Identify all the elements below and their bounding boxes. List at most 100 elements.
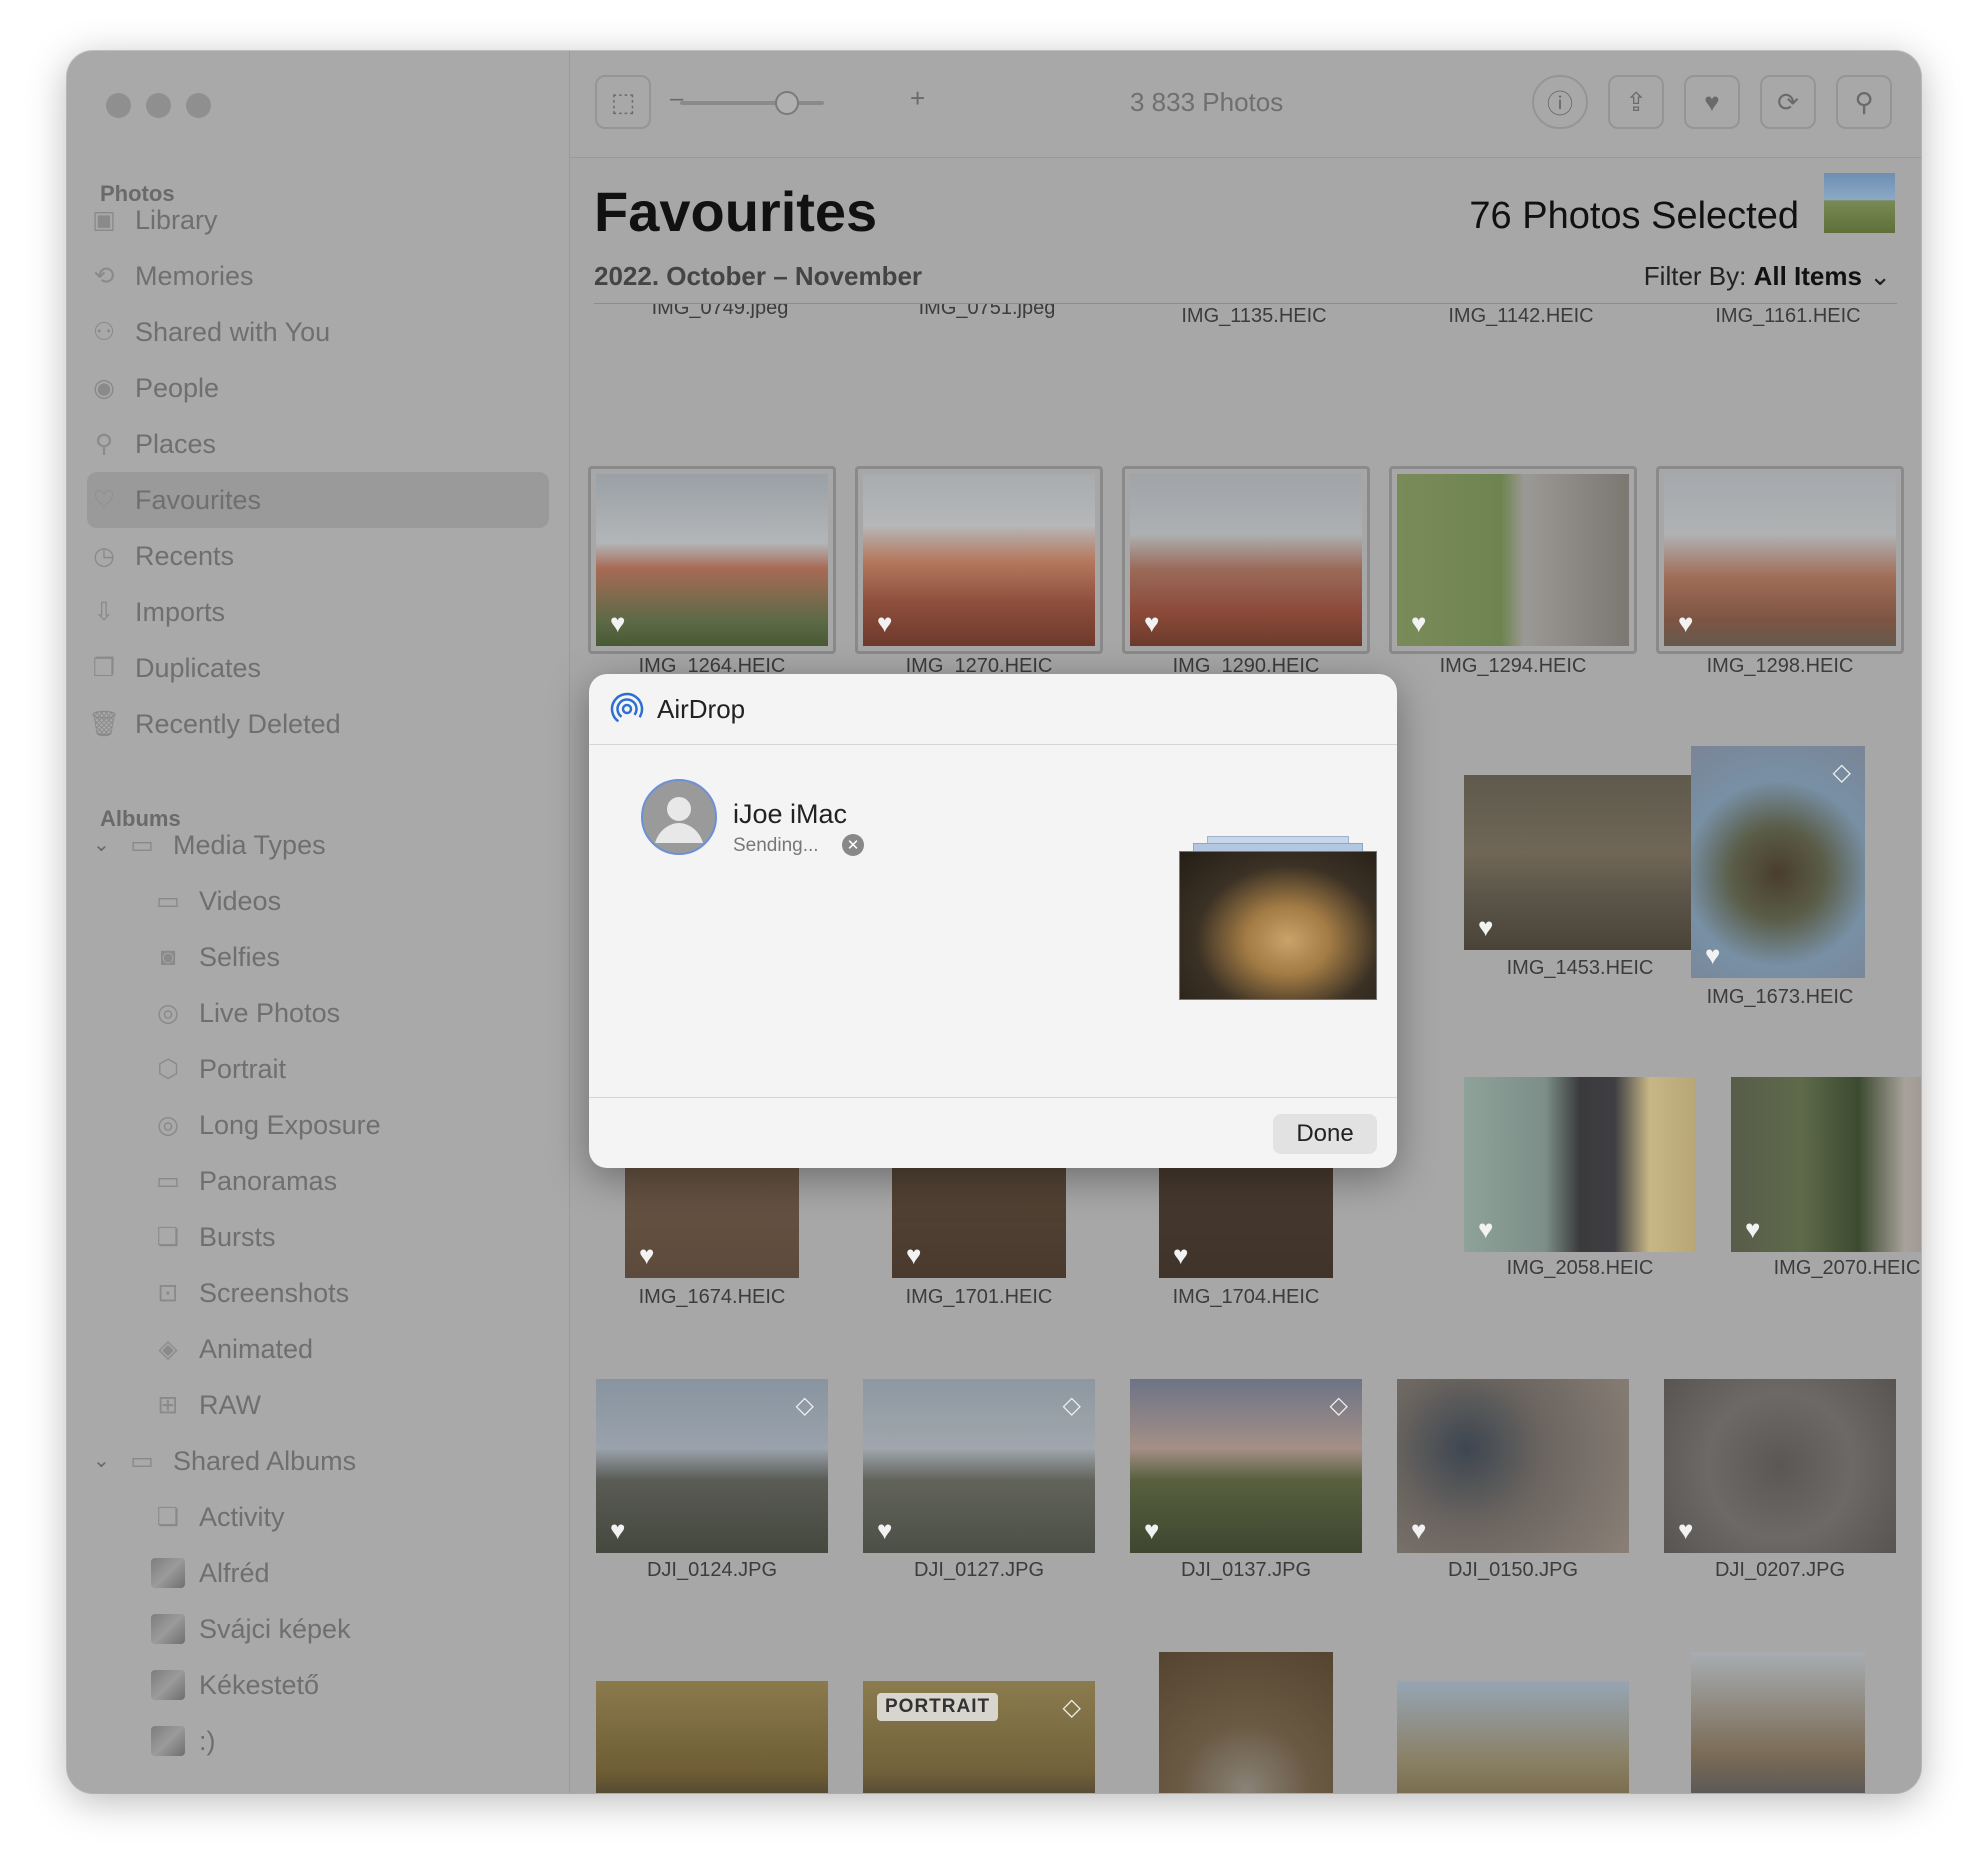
photo-label: IMG_2058.HEIC bbox=[1506, 1257, 1654, 1279]
heart-icon[interactable]: ♥ bbox=[1411, 610, 1426, 636]
sidebar-item-long-exposure[interactable]: ◎ Long Exposure bbox=[87, 1097, 549, 1153]
tag-icon[interactable]: ◇ bbox=[1063, 1693, 1081, 1722]
tag-icon[interactable]: ◇ bbox=[1063, 1391, 1081, 1420]
photo-count: 3 833 Photos bbox=[1130, 87, 1284, 117]
photo-tile[interactable]: ◇ ♥ bbox=[1130, 1379, 1362, 1553]
zoom-in-button[interactable]: + bbox=[910, 83, 925, 114]
heart-icon[interactable]: ♥ bbox=[877, 1517, 892, 1543]
sidebar-item-media-types[interactable]: ⌄ ▭ Media Types bbox=[87, 817, 549, 873]
cancel-send-button[interactable]: ✕ bbox=[842, 834, 864, 856]
zoom-button[interactable] bbox=[186, 93, 211, 118]
heart-icon[interactable]: ♥ bbox=[1144, 610, 1159, 636]
photo-tile[interactable]: ♥ bbox=[588, 466, 836, 654]
sidebar-item-shared-with-you[interactable]: ⚇ Shared with You bbox=[87, 304, 549, 360]
chevron-down-icon: ⌄ bbox=[1869, 261, 1891, 291]
photo-tile[interactable]: ♥ bbox=[1464, 775, 1696, 950]
sidebar-item-videos[interactable]: ▭ Videos bbox=[87, 873, 549, 929]
tag-icon[interactable]: ◇ bbox=[1330, 1391, 1348, 1420]
sidebar-item-smiley[interactable]: :) bbox=[87, 1713, 549, 1769]
sidebar-item-portrait[interactable]: ⬡ Portrait bbox=[87, 1041, 549, 1097]
zoom-out-button[interactable]: – bbox=[670, 85, 683, 113]
sidebar-item-recently-deleted[interactable]: 🗑 Recently Deleted bbox=[87, 696, 549, 752]
info-button[interactable]: ⓘ bbox=[1532, 75, 1588, 129]
photo-tile[interactable]: ♥ bbox=[1664, 1379, 1896, 1553]
sidebar-item-svajci-kepek[interactable]: Svájci képek bbox=[87, 1601, 549, 1657]
photo-tile[interactable]: ♥ bbox=[1389, 466, 1637, 654]
sidebar-item-kekesteto[interactable]: Kékestető bbox=[87, 1657, 549, 1713]
close-button[interactable] bbox=[106, 93, 131, 118]
heart-icon[interactable]: ♥ bbox=[1173, 1242, 1188, 1268]
heart-icon[interactable]: ♥ bbox=[610, 1517, 625, 1543]
photo-tile[interactable]: ♥ bbox=[1464, 1077, 1696, 1252]
clock-icon: ◷ bbox=[93, 542, 115, 570]
sidebar-item-people[interactable]: ◉ People bbox=[87, 360, 549, 416]
sidebar-item-screenshots[interactable]: ⊡ Screenshots bbox=[87, 1265, 549, 1321]
heart-icon[interactable]: ♥ bbox=[1478, 1216, 1493, 1242]
heart-icon[interactable]: ♥ bbox=[1478, 914, 1493, 940]
photo-tile[interactable]: ♥ bbox=[1656, 466, 1904, 654]
photo-label: IMG_0749.jpeg bbox=[651, 303, 789, 319]
sidebar-item-library[interactable]: ▣ Library bbox=[87, 192, 549, 248]
avatar[interactable] bbox=[641, 779, 717, 855]
photo-tile[interactable]: ♥ bbox=[1731, 1077, 1921, 1252]
sidebar-item-places[interactable]: ⚲ Places bbox=[87, 416, 549, 472]
sidebar-item-alfred[interactable]: Alfréd bbox=[87, 1545, 549, 1601]
sidebar-item-recents[interactable]: ◷ Recents bbox=[87, 528, 549, 584]
sidebar-item-raw[interactable]: ⊞ RAW bbox=[87, 1377, 549, 1433]
chevron-down-icon[interactable]: ⌄ bbox=[93, 1448, 110, 1473]
heart-icon[interactable]: ♥ bbox=[1411, 1517, 1426, 1543]
done-button[interactable]: Done bbox=[1273, 1114, 1377, 1154]
selfie-icon: ◙ bbox=[160, 942, 176, 971]
photo-thumbnail: ◇ ♥ bbox=[596, 1379, 828, 1553]
sidebar: Photos ▣ Library ⟲ Memories ⚇ Shared with Y… bbox=[67, 51, 570, 1793]
heart-icon[interactable]: ♥ bbox=[1678, 1517, 1693, 1543]
photo-tile[interactable]: ◇ ♥ bbox=[1691, 746, 1865, 978]
photo-tile[interactable]: ♥ bbox=[1397, 1379, 1629, 1553]
heart-icon[interactable]: ♥ bbox=[1144, 1517, 1159, 1543]
sidebar-item-duplicates[interactable]: ❐ Duplicates bbox=[87, 640, 549, 696]
import-icon: ⇩ bbox=[93, 598, 115, 626]
photo-tile[interactable]: ♥ bbox=[855, 466, 1103, 654]
sidebar-item-memories[interactable]: ⟲ Memories bbox=[87, 248, 549, 304]
sidebar-item-activity[interactable]: ❏ Activity bbox=[87, 1489, 549, 1545]
heart-icon[interactable]: ♥ bbox=[610, 610, 625, 636]
slideshow-button[interactable]: ⬚ bbox=[595, 75, 651, 129]
photo-tile[interactable]: ◇ ♥ bbox=[863, 1379, 1095, 1553]
photo-tile[interactable]: ♥ bbox=[596, 1681, 828, 1793]
sidebar-item-shared-albums[interactable]: ⌄ ▭ Shared Albums bbox=[87, 1433, 549, 1489]
photo-thumbnail: ♥ bbox=[1664, 474, 1896, 646]
photo-tile[interactable]: ◇ ♥ bbox=[596, 1379, 828, 1553]
sidebar-item-bursts[interactable]: ❏ Bursts bbox=[87, 1209, 549, 1265]
minimize-button[interactable] bbox=[146, 93, 171, 118]
photo-tile[interactable] bbox=[1159, 1652, 1333, 1793]
rotate-button[interactable]: ⟳ bbox=[1760, 75, 1816, 129]
date-range: 2022. October – November bbox=[594, 261, 923, 291]
photo-tile[interactable]: ♥ bbox=[1122, 466, 1370, 654]
heart-icon[interactable]: ♥ bbox=[1745, 1216, 1760, 1242]
favourite-button[interactable]: ♥ bbox=[1684, 75, 1740, 129]
slideshow-icon: ⬚ bbox=[610, 86, 636, 117]
sidebar-item-selfies[interactable]: ◙ Selfies bbox=[87, 929, 549, 985]
heart-icon[interactable]: ♥ bbox=[877, 610, 892, 636]
heart-icon[interactable]: ♥ bbox=[1705, 942, 1720, 968]
photo-thumbnail: ♥ bbox=[1664, 1379, 1896, 1553]
share-button[interactable]: ⇪ bbox=[1608, 75, 1664, 129]
airdrop-title: AirDrop bbox=[657, 693, 746, 724]
sidebar-item-panoramas[interactable]: ▭ Panoramas bbox=[87, 1153, 549, 1209]
tag-icon[interactable]: ◇ bbox=[1833, 758, 1851, 787]
filter-menu[interactable]: Filter By: All Items ⌄ bbox=[1644, 261, 1891, 292]
photo-thumbnail: ♥ bbox=[1397, 1379, 1629, 1553]
sidebar-item-animated[interactable]: ◈ Animated bbox=[87, 1321, 549, 1377]
sidebar-item-live-photos[interactable]: ◎ Live Photos bbox=[87, 985, 549, 1041]
tag-icon[interactable]: ◇ bbox=[796, 1391, 814, 1420]
photo-tile[interactable]: ♥ bbox=[1397, 1681, 1629, 1793]
sidebar-item-imports[interactable]: ⇩ Imports bbox=[87, 584, 549, 640]
heart-icon[interactable]: ♥ bbox=[1678, 610, 1693, 636]
sidebar-item-favourites[interactable]: ♡ Favourites bbox=[87, 472, 549, 528]
photo-tile[interactable]: PORTRAIT◇♥ bbox=[863, 1681, 1095, 1793]
search-button[interactable]: ⚲ bbox=[1836, 75, 1892, 129]
heart-icon[interactable]: ♥ bbox=[639, 1242, 654, 1268]
photo-tile[interactable] bbox=[1691, 1652, 1865, 1793]
chevron-down-icon[interactable]: ⌄ bbox=[93, 832, 110, 857]
heart-icon[interactable]: ♥ bbox=[906, 1242, 921, 1268]
